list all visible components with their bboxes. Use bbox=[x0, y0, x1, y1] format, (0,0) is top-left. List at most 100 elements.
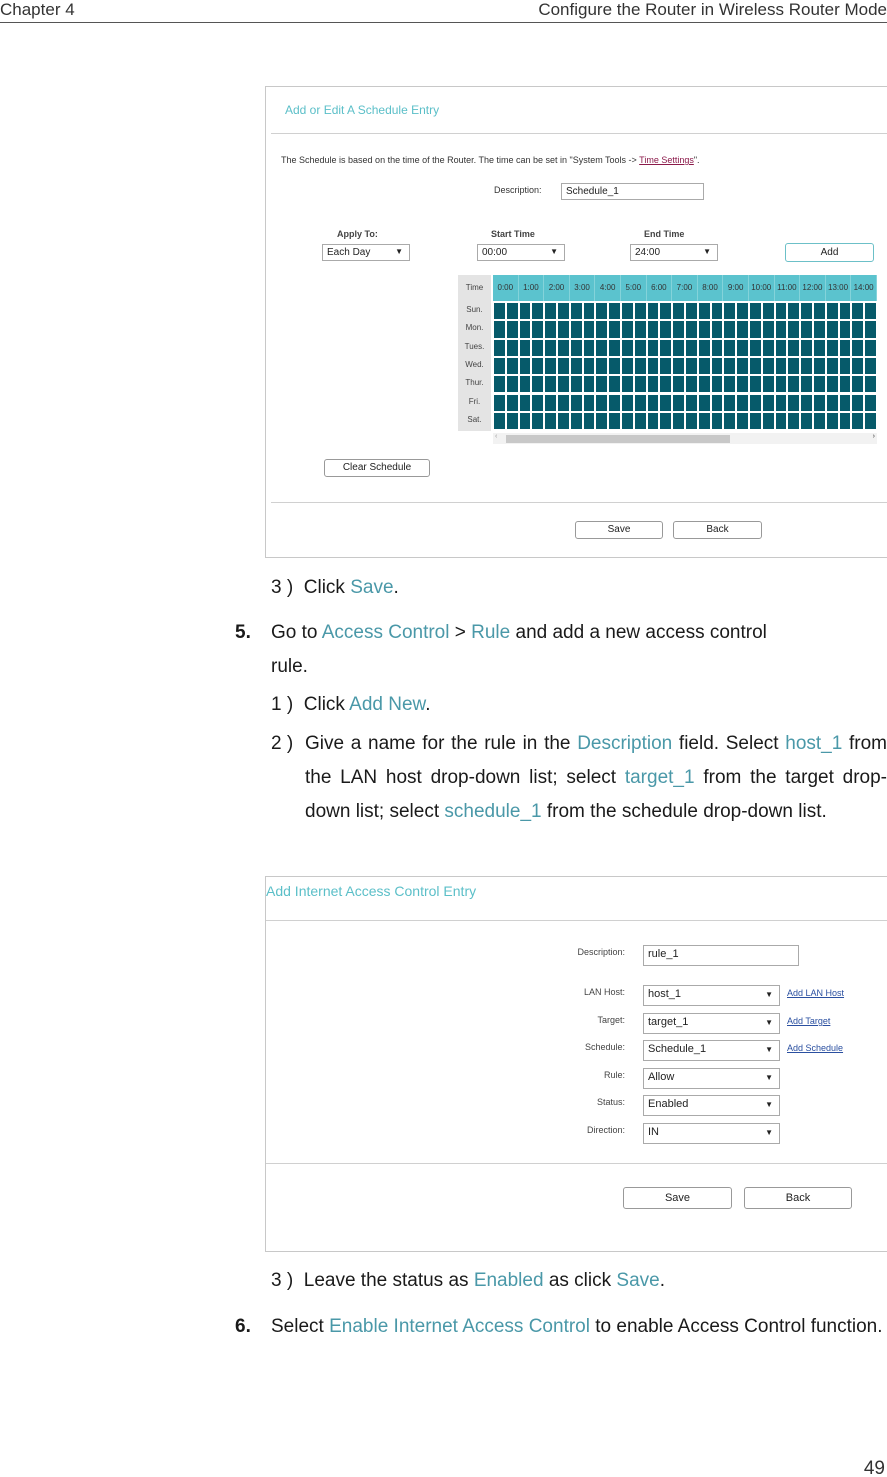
schedule-cell[interactable] bbox=[750, 376, 761, 393]
target-select[interactable]: target_1 ▼ bbox=[643, 1013, 780, 1034]
schedule-cell[interactable] bbox=[852, 303, 864, 320]
schedule-cell[interactable] bbox=[583, 339, 595, 356]
schedule-cell[interactable] bbox=[545, 357, 556, 375]
start-time-select[interactable]: 00:00 ▼ bbox=[477, 244, 565, 261]
schedule-cell[interactable] bbox=[519, 321, 531, 338]
schedule-cell[interactable] bbox=[494, 412, 505, 430]
schedule-cell[interactable] bbox=[865, 376, 876, 393]
schedule-grid[interactable]: Time Sun. Mon. Tues. Wed. Thur. Fri. Sat. 0:00 1… bbox=[458, 275, 877, 431]
schedule-cell[interactable] bbox=[532, 357, 544, 375]
schedule-cell[interactable] bbox=[634, 394, 646, 411]
schedule-cell[interactable] bbox=[788, 394, 800, 411]
schedule-cell[interactable] bbox=[801, 376, 812, 393]
schedule-cell[interactable] bbox=[686, 357, 697, 375]
schedule-cell[interactable] bbox=[839, 303, 851, 320]
schedule-cell[interactable] bbox=[545, 376, 556, 393]
schedule-cell[interactable] bbox=[596, 376, 608, 393]
schedule-cell[interactable] bbox=[852, 412, 864, 430]
clear-schedule-button[interactable]: Clear Schedule bbox=[324, 459, 430, 477]
schedule-cell[interactable] bbox=[801, 412, 812, 430]
schedule-cell[interactable] bbox=[583, 303, 595, 320]
schedule-cell[interactable] bbox=[750, 394, 761, 411]
schedule-cell[interactable] bbox=[647, 376, 659, 393]
scroll-left-icon[interactable]: ‹ bbox=[495, 433, 497, 440]
save-button[interactable]: Save bbox=[623, 1187, 732, 1209]
schedule-cell[interactable] bbox=[865, 339, 876, 356]
schedule-cell[interactable] bbox=[839, 321, 851, 338]
schedule-cell[interactable] bbox=[686, 394, 697, 411]
schedule-cell[interactable] bbox=[724, 339, 736, 356]
schedule-cell[interactable] bbox=[660, 339, 672, 356]
schedule-cell[interactable] bbox=[494, 303, 505, 320]
description-input[interactable]: rule_1 bbox=[643, 945, 799, 966]
schedule-cell[interactable] bbox=[698, 412, 710, 430]
schedule-cell[interactable] bbox=[673, 394, 684, 411]
schedule-cell[interactable] bbox=[686, 321, 697, 338]
schedule-cell[interactable] bbox=[532, 339, 544, 356]
schedule-description-input[interactable]: Schedule_1 bbox=[561, 183, 704, 200]
schedule-cell[interactable] bbox=[558, 303, 569, 320]
schedule-cell[interactable] bbox=[583, 376, 595, 393]
schedule-cell[interactable] bbox=[698, 376, 710, 393]
schedule-cell[interactable] bbox=[801, 321, 812, 338]
schedule-cell[interactable] bbox=[724, 321, 736, 338]
rule-select[interactable]: Allow ▼ bbox=[643, 1068, 780, 1089]
schedule-cell[interactable] bbox=[711, 394, 723, 411]
schedule-cell[interactable] bbox=[852, 321, 864, 338]
schedule-cell[interactable] bbox=[647, 321, 659, 338]
schedule-cell[interactable] bbox=[609, 357, 620, 375]
schedule-cell[interactable] bbox=[762, 376, 774, 393]
schedule-cell[interactable] bbox=[634, 339, 646, 356]
schedule-cell[interactable] bbox=[788, 357, 800, 375]
schedule-cell[interactable] bbox=[673, 303, 684, 320]
schedule-cell[interactable] bbox=[826, 357, 838, 375]
schedule-cell[interactable] bbox=[775, 339, 787, 356]
time-settings-link[interactable]: Time Settings bbox=[639, 155, 694, 165]
schedule-cell[interactable] bbox=[660, 376, 672, 393]
schedule-cell[interactable] bbox=[494, 321, 505, 338]
schedule-cell[interactable] bbox=[532, 412, 544, 430]
schedule-cell[interactable] bbox=[788, 376, 800, 393]
lan-host-select[interactable]: host_1 ▼ bbox=[643, 985, 780, 1006]
schedule-cell[interactable] bbox=[660, 357, 672, 375]
schedule-cell[interactable] bbox=[506, 357, 518, 375]
schedule-cell[interactable] bbox=[519, 412, 531, 430]
schedule-cell[interactable] bbox=[596, 357, 608, 375]
schedule-cell[interactable] bbox=[634, 303, 646, 320]
schedule-cell[interactable] bbox=[686, 412, 697, 430]
schedule-cell[interactable] bbox=[711, 339, 723, 356]
schedule-cell[interactable] bbox=[570, 412, 582, 430]
schedule-cell[interactable] bbox=[545, 412, 556, 430]
schedule-cell[interactable] bbox=[826, 321, 838, 338]
schedule-cell[interactable] bbox=[519, 303, 531, 320]
schedule-cell[interactable] bbox=[698, 394, 710, 411]
schedule-cell[interactable] bbox=[724, 376, 736, 393]
schedule-cell[interactable] bbox=[762, 412, 774, 430]
schedule-cell[interactable] bbox=[698, 339, 710, 356]
schedule-cell[interactable] bbox=[570, 339, 582, 356]
schedule-cell[interactable] bbox=[596, 321, 608, 338]
schedule-cell[interactable] bbox=[558, 412, 569, 430]
schedule-cell[interactable] bbox=[775, 357, 787, 375]
schedule-cell[interactable] bbox=[558, 339, 569, 356]
schedule-cell[interactable] bbox=[545, 303, 556, 320]
grid-horizontal-scrollbar[interactable]: ‹ › bbox=[493, 433, 877, 444]
schedule-cell[interactable] bbox=[724, 394, 736, 411]
schedule-cell[interactable] bbox=[609, 339, 620, 356]
schedule-cell[interactable] bbox=[622, 394, 633, 411]
schedule-cell[interactable] bbox=[839, 339, 851, 356]
schedule-cell[interactable] bbox=[826, 339, 838, 356]
direction-select[interactable]: IN ▼ bbox=[643, 1123, 780, 1144]
schedule-cell[interactable] bbox=[647, 357, 659, 375]
schedule-cell[interactable] bbox=[532, 394, 544, 411]
schedule-cell[interactable] bbox=[775, 376, 787, 393]
schedule-cell[interactable] bbox=[634, 376, 646, 393]
schedule-cell[interactable] bbox=[583, 357, 595, 375]
schedule-cell[interactable] bbox=[609, 303, 620, 320]
schedule-cell[interactable] bbox=[852, 376, 864, 393]
schedule-cell[interactable] bbox=[532, 321, 544, 338]
schedule-cell[interactable] bbox=[494, 357, 505, 375]
schedule-cell[interactable] bbox=[826, 376, 838, 393]
schedule-cell[interactable] bbox=[750, 339, 761, 356]
schedule-cell[interactable] bbox=[801, 357, 812, 375]
